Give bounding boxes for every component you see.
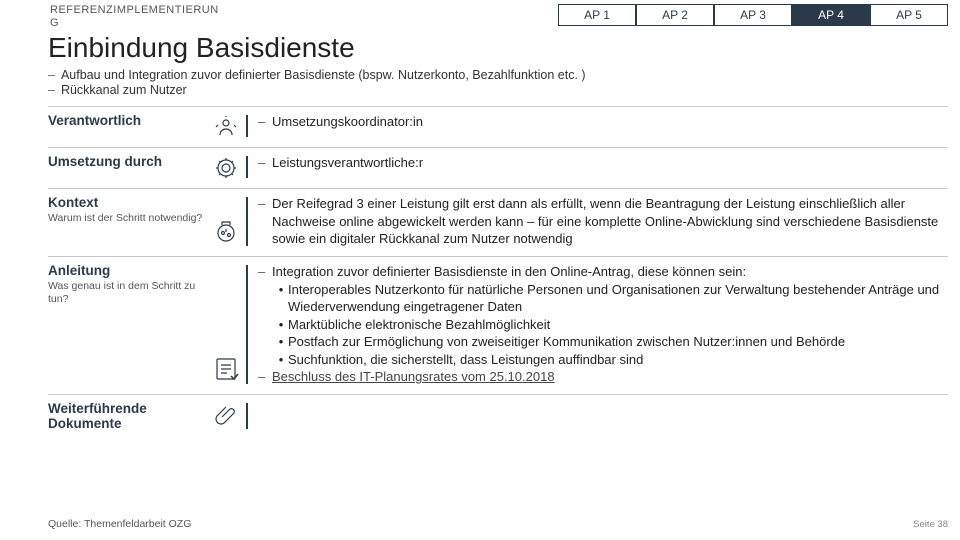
- content-verantwortlich: Umsetzungskoordinator:in: [272, 113, 948, 131]
- footer-page: Seite 38: [913, 519, 948, 530]
- tab-ap1[interactable]: AP 1: [558, 4, 636, 26]
- intro-block: ‒Aufbau und Integration zuvor definierte…: [0, 68, 960, 106]
- label-umsetzung: Umsetzung durch: [48, 154, 206, 169]
- flask-icon: [206, 195, 246, 248]
- label-docs: Weiterführende Dokumente: [48, 401, 206, 431]
- label-verantwortlich: Verantwortlich: [48, 113, 206, 128]
- sublabel-anleitung: Was genau ist in dem Schritt zu tun?: [48, 280, 206, 305]
- footer-source: Quelle: Themenfeldarbeit OZG: [48, 518, 191, 530]
- person-icon: [206, 113, 246, 139]
- row-docs: Weiterführende Dokumente: [48, 394, 948, 439]
- anleitung-bullet-4: Suchfunktion, die sicherstellt, dass Lei…: [288, 351, 643, 369]
- anleitung-lead: Integration zuvor definierter Basisdiens…: [272, 263, 948, 281]
- tab-ap4[interactable]: AP 4: [792, 4, 870, 26]
- tab-ap2[interactable]: AP 2: [636, 4, 714, 26]
- tab-ap5[interactable]: AP 5: [870, 4, 948, 26]
- label-kontext: Kontext: [48, 195, 206, 210]
- row-anleitung: Anleitung Was genau ist in dem Schritt z…: [48, 256, 948, 394]
- row-kontext: Kontext Warum ist der Schritt notwendig?…: [48, 188, 948, 256]
- intro-line-1: Aufbau und Integration zuvor definierter…: [61, 68, 586, 82]
- anleitung-bullet-1: Interoperables Nutzerkonto für natürlich…: [288, 281, 948, 316]
- intro-line-2: Rückkanal zum Nutzer: [61, 83, 187, 97]
- checklist-icon: [206, 263, 246, 386]
- row-umsetzung: Umsetzung durch ‒Leistungsverantwortlich…: [48, 147, 948, 188]
- paperclip-icon: [206, 401, 246, 431]
- label-anleitung: Anleitung: [48, 263, 206, 278]
- page-title: Einbindung Basisdienste: [0, 30, 960, 68]
- anleitung-bullet-3: Postfach zur Ermöglichung von zweiseitig…: [288, 333, 845, 351]
- row-verantwortlich: Verantwortlich ‒Umsetzungskoordinator:in: [48, 106, 948, 147]
- reference-label: REFERENZIMPLEMENTIERUNG: [50, 4, 220, 30]
- tab-ap3[interactable]: AP 3: [714, 4, 792, 26]
- sublabel-kontext: Warum ist der Schritt notwendig?: [48, 212, 206, 225]
- gear-person-icon: [206, 154, 246, 180]
- content-umsetzung: Leistungsverantwortliche:r: [272, 154, 948, 172]
- anleitung-bullet-2: Marktübliche elektronische Bezahlmöglich…: [288, 316, 550, 334]
- content-kontext: Der Reifegrad 3 einer Leistung gilt erst…: [272, 195, 948, 248]
- anleitung-link[interactable]: Beschluss des IT-Planungsrates vom 25.10…: [272, 369, 555, 384]
- ap-tabs: AP 1 AP 2 AP 3 AP 4 AP 5: [558, 4, 948, 26]
